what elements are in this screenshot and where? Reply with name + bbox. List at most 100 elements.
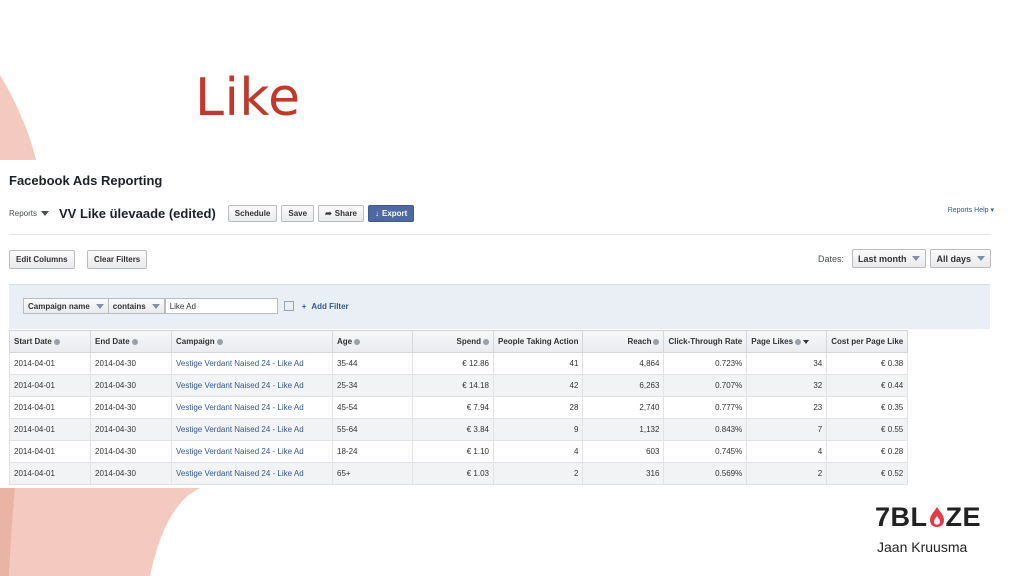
table-cell: 0.723% xyxy=(663,352,748,375)
column-header[interactable]: End Date xyxy=(90,330,172,353)
info-icon[interactable] xyxy=(53,338,60,345)
info-icon[interactable] xyxy=(216,338,223,345)
dates-label: Dates: xyxy=(817,253,844,264)
table-cell: € 0.52 xyxy=(826,462,909,485)
logo-text-left: 7BL xyxy=(875,502,928,532)
table-cell: 6,263 xyxy=(582,374,665,397)
brand-logo: 7BL ZE xyxy=(875,503,981,531)
app-title: Facebook Ads Reporting xyxy=(9,173,163,188)
table-cell: 2014-04-30 xyxy=(90,374,172,397)
day-filter-value: All days xyxy=(936,253,971,264)
table-cell: 1,132 xyxy=(582,418,665,441)
table-cell: 0.843% xyxy=(663,418,748,441)
table-row: 2014-04-01 2014-04-30 Vestige Verdant Nais… xyxy=(9,352,909,375)
campaign-link[interactable]: Vestige Verdant Naised 24 - Like Ad xyxy=(171,374,333,397)
table-cell: € 0.38 xyxy=(826,352,909,375)
schedule-button[interactable]: Schedule xyxy=(227,204,278,222)
export-button[interactable]: ↓ Export xyxy=(368,204,415,222)
column-header[interactable]: Cost per Page Like xyxy=(826,330,909,353)
table-cell: 2014-04-30 xyxy=(90,440,172,463)
column-header[interactable]: People Taking Action xyxy=(492,330,584,353)
table-cell: 23 xyxy=(746,396,828,419)
clear-filters-button[interactable]: Clear Filters xyxy=(87,250,148,269)
filter-remove-icon[interactable] xyxy=(283,301,294,311)
download-icon: ↓ xyxy=(375,208,379,218)
table-header-row: Start Date End Date Campaign Age Spend P… xyxy=(9,330,909,353)
table-cell: € 0.55 xyxy=(826,418,909,441)
info-icon[interactable] xyxy=(795,338,802,345)
table-cell: 9 xyxy=(492,418,584,441)
column-header[interactable]: Reach xyxy=(582,330,665,353)
table-cell: 2 xyxy=(746,462,828,485)
info-icon[interactable] xyxy=(653,338,660,345)
table-cell: € 0.28 xyxy=(826,440,909,463)
table-cell: € 14.18 xyxy=(412,374,494,397)
column-header[interactable]: Click-Through Rate xyxy=(663,330,748,353)
edit-columns-button[interactable]: Edit Columns xyxy=(9,250,75,269)
table-cell: 2014-04-01 xyxy=(9,396,91,419)
table-cell: 603 xyxy=(582,440,665,463)
table-cell: 4 xyxy=(746,440,828,463)
table-cell: 0.777% xyxy=(663,396,748,419)
table-cell: 2014-04-30 xyxy=(90,396,172,419)
filter-operator-select[interactable]: contains xyxy=(108,298,165,314)
table-row: 2014-04-01 2014-04-30 Vestige Verdant Nais… xyxy=(9,418,909,441)
column-header[interactable]: Age xyxy=(332,330,413,353)
info-icon[interactable] xyxy=(131,338,138,345)
chevron-down-icon xyxy=(912,256,921,261)
add-filter-link[interactable]: + Add Filter xyxy=(302,302,349,311)
reports-dropdown-icon[interactable] xyxy=(41,210,50,216)
table-cell: 0.707% xyxy=(663,374,748,397)
column-header[interactable]: Page Likes xyxy=(746,330,828,353)
save-button[interactable]: Save xyxy=(281,204,315,222)
chevron-down-icon xyxy=(151,303,160,309)
presenter-name: Jaan Kruusma xyxy=(877,539,968,555)
info-icon[interactable] xyxy=(354,338,361,345)
column-header[interactable]: Campaign xyxy=(171,330,333,353)
table-cell: 2014-04-30 xyxy=(90,462,172,485)
table-cell: € 12.86 xyxy=(412,352,494,375)
chevron-down-icon xyxy=(977,256,985,261)
filter-field-select[interactable]: Campaign name xyxy=(23,298,109,314)
column-toolbar: Edit Columns Clear Filters xyxy=(9,249,151,269)
filter-field-value: Campaign name xyxy=(28,301,90,311)
filter-value-input[interactable]: Like Ad xyxy=(164,298,278,314)
table-row: 2014-04-01 2014-04-30 Vestige Verdant Nais… xyxy=(9,396,909,419)
export-label: Export xyxy=(382,208,408,218)
table-cell: 65+ xyxy=(332,462,413,485)
campaign-link[interactable]: Vestige Verdant Naised 24 - Like Ad xyxy=(171,418,333,441)
table-cell: 2014-04-01 xyxy=(9,352,91,375)
logo-text-right: ZE xyxy=(945,502,982,532)
plus-icon: + xyxy=(301,301,307,311)
table-cell: 7 xyxy=(746,418,828,441)
reports-help-link[interactable]: Reports Help ▾ xyxy=(948,206,994,214)
table-cell: € 0.35 xyxy=(826,396,909,419)
campaign-link[interactable]: Vestige Verdant Naised 24 - Like Ad xyxy=(171,462,333,485)
info-icon[interactable] xyxy=(483,338,489,345)
table-cell: 41 xyxy=(492,352,584,375)
slide-title: Like xyxy=(195,68,301,128)
flame-icon xyxy=(929,507,944,527)
table-cell: 2014-04-01 xyxy=(9,462,91,485)
share-button[interactable]: ➦ Share xyxy=(318,204,364,222)
column-header[interactable]: Start Date xyxy=(9,330,91,353)
campaign-link[interactable]: Vestige Verdant Naised 24 - Like Ad xyxy=(171,396,333,419)
sort-descending-icon[interactable] xyxy=(803,339,810,344)
table-cell: 18-24 xyxy=(332,440,413,463)
campaign-link[interactable]: Vestige Verdant Naised 24 - Like Ad xyxy=(171,352,333,375)
table-cell: 55-64 xyxy=(332,418,413,441)
table-cell: € 1.10 xyxy=(412,440,494,463)
campaign-link[interactable]: Vestige Verdant Naised 24 - Like Ad xyxy=(171,440,333,463)
table-cell: 0.745% xyxy=(663,440,748,463)
reports-menu-link[interactable]: Reports xyxy=(9,209,37,218)
table-cell: 2014-04-30 xyxy=(90,352,172,375)
table-cell: 42 xyxy=(492,374,584,397)
date-range-select[interactable]: Last month xyxy=(851,249,927,268)
column-header[interactable]: Spend xyxy=(412,330,494,353)
report-header-row: Reports VV Like ülevaade (edited) Schedu… xyxy=(9,202,418,224)
day-filter-select[interactable]: All days xyxy=(930,249,991,268)
table-cell: € 0.44 xyxy=(826,374,909,397)
table-cell: 2 xyxy=(492,462,584,485)
date-range-value: Last month xyxy=(857,253,907,264)
add-filter-label: Add Filter xyxy=(311,301,349,311)
